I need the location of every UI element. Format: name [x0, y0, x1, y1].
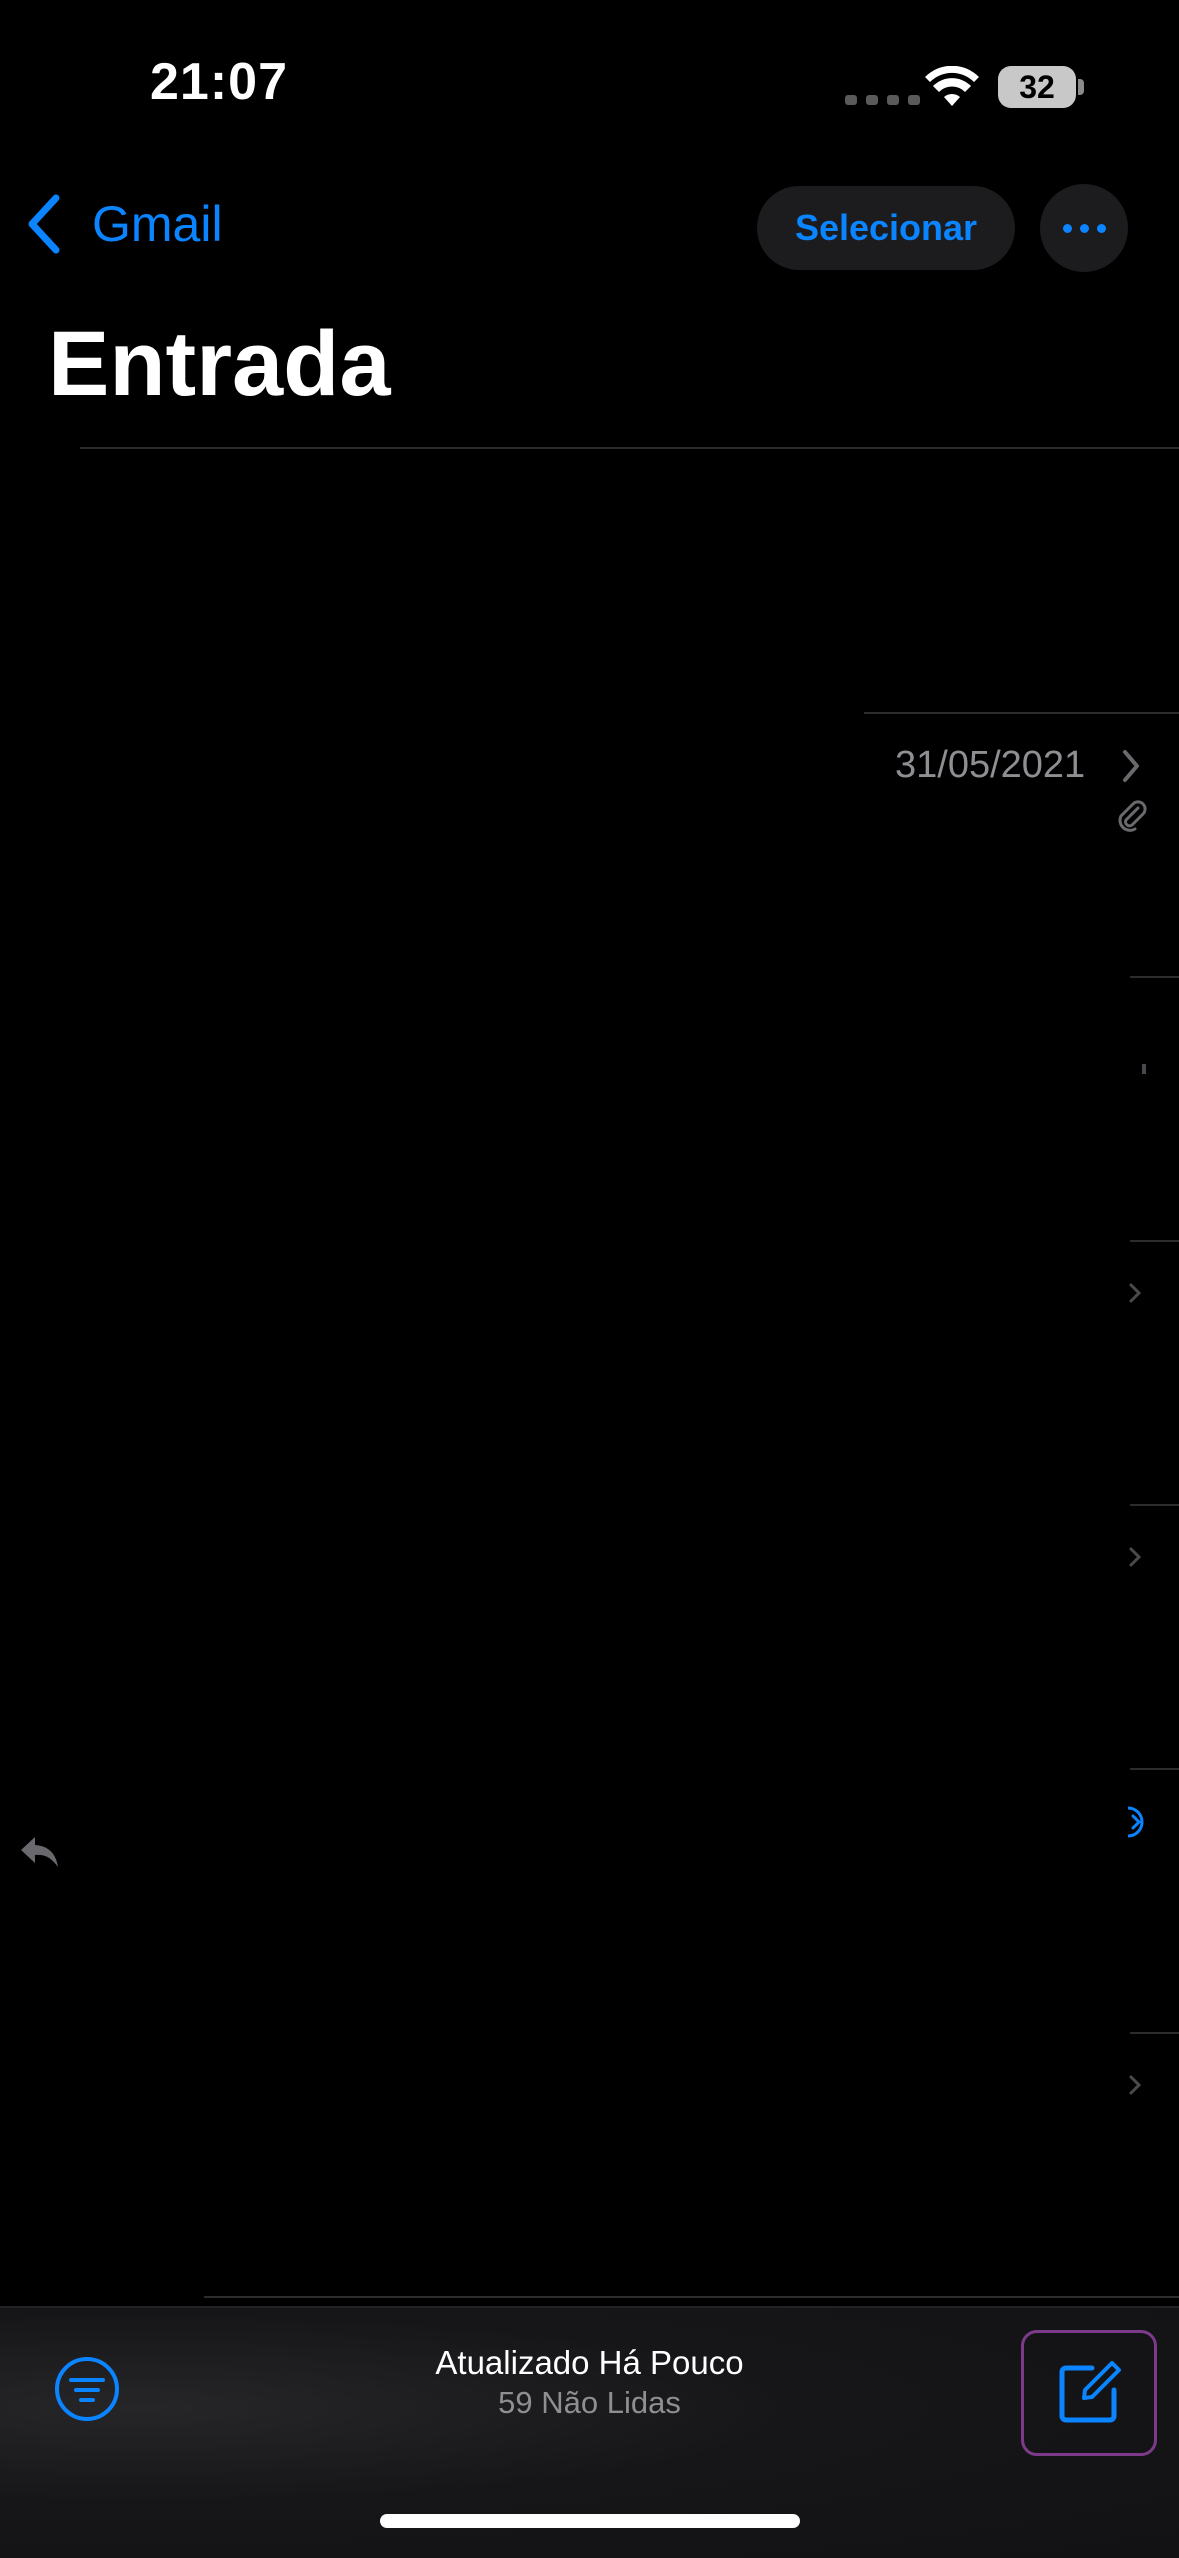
row-separator: [204, 2296, 1179, 2298]
row-separator: [1130, 1240, 1179, 1242]
row-separator: [1130, 2032, 1179, 2034]
compose-button[interactable]: [1021, 2330, 1157, 2456]
chevron-left-icon: [28, 194, 60, 254]
back-label: Gmail: [92, 196, 223, 252]
select-button[interactable]: Selecionar: [757, 186, 1015, 270]
message-date: 31/05/2021: [895, 744, 1086, 786]
page-title: Entrada: [48, 313, 391, 415]
back-button[interactable]: Gmail: [24, 192, 223, 256]
row-fragment: [1142, 1064, 1146, 1074]
status-time: 21:07: [150, 53, 288, 111]
chevron-right-icon: [1123, 750, 1139, 782]
title-separator: [80, 447, 1179, 449]
row-separator: [1130, 976, 1179, 978]
paperclip-icon: [1118, 800, 1147, 832]
more-button[interactable]: [1040, 184, 1128, 272]
chevron-right-icon: [1129, 1283, 1142, 1303]
compose-icon: [1059, 2361, 1121, 2423]
row-separator: [1130, 1504, 1179, 1506]
wifi-icon: [925, 66, 979, 106]
row-separator: [864, 712, 1179, 714]
reply-icon: [21, 1837, 58, 1867]
chevron-right-icon: [1129, 1547, 1142, 1567]
chevron-right-icon: [1129, 2075, 1142, 2095]
unread-count: 59 Não Lidas: [498, 2385, 681, 2420]
cellular-signal-icon: [845, 95, 920, 105]
update-status: Atualizado Há Pouco: [435, 2344, 744, 2381]
battery-cap: [1078, 79, 1084, 95]
battery-indicator: 32: [998, 66, 1076, 108]
ellipsis-icon: [1062, 223, 1106, 233]
row-separator: [1130, 1768, 1179, 1770]
battery-level: 32: [1019, 68, 1055, 105]
home-indicator[interactable]: [380, 2514, 800, 2528]
unread-indicator-icon: [1127, 1806, 1144, 1838]
